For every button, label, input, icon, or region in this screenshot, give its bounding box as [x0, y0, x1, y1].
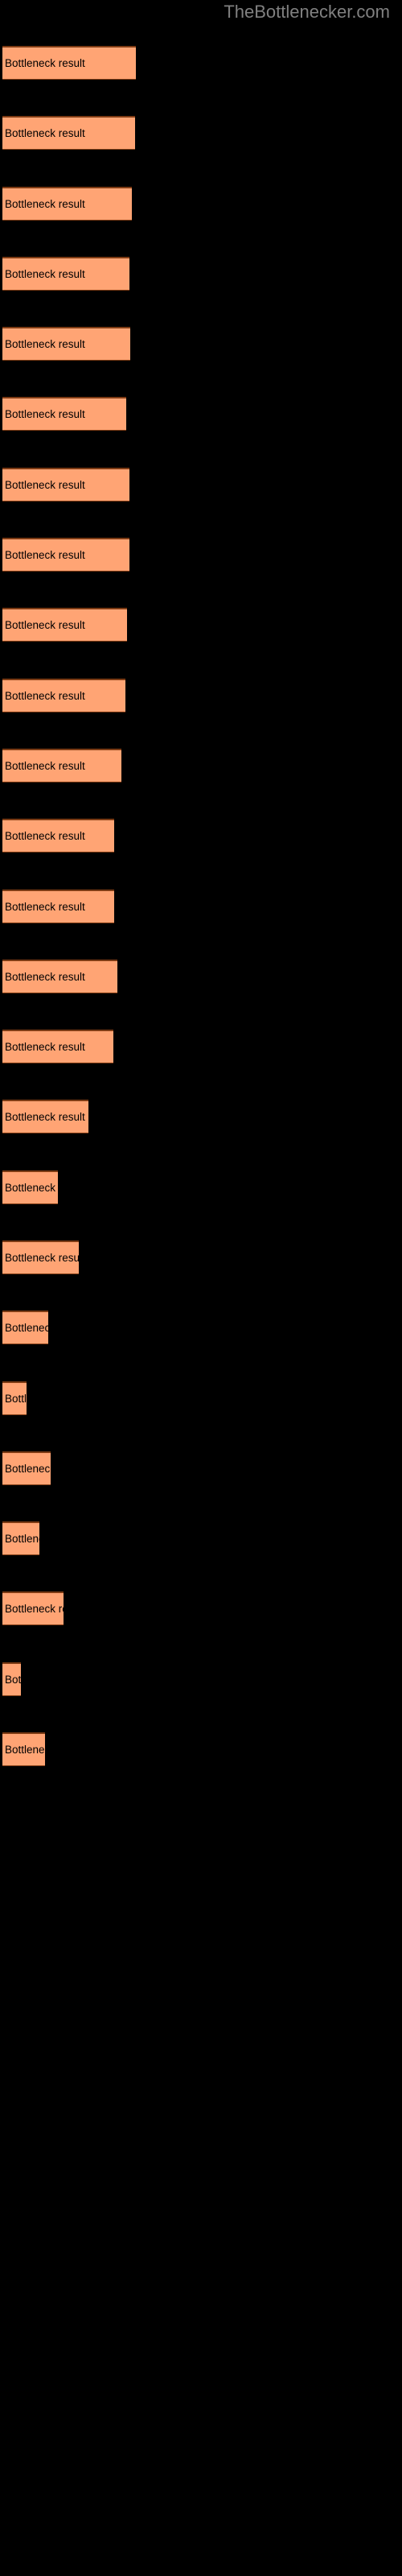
bar-label: Bottleneck result — [5, 1110, 85, 1123]
bar-row: Bottleneck result — [0, 608, 402, 642]
bar[interactable]: Bottleneck result — [2, 187, 132, 221]
bar-label: Bottleneck result — [5, 618, 85, 631]
bar-row: Bottleneck result — [0, 1241, 402, 1274]
bar[interactable]: Bottleneck result — [2, 1591, 64, 1625]
bar-label: Bottleneck result — [5, 1392, 27, 1405]
bar[interactable]: Bottleneck result — [2, 1381, 27, 1415]
page-root: TheBottlenecker.com Bottleneck result Bot… — [0, 0, 402, 2576]
bar[interactable]: Bottleneck result — [2, 890, 114, 923]
bar-row: Bottleneck result — [0, 1100, 402, 1133]
bar-label: Bottleneck result — [5, 689, 85, 702]
bar-label: Bottleneck result — [5, 1181, 58, 1194]
bar-label: Bottleneck result — [5, 478, 85, 491]
bar-row: Bottleneck result — [0, 257, 402, 291]
bar-label: Bottleneck result — [5, 1743, 45, 1756]
bar[interactable]: Bottleneck result — [2, 1241, 79, 1274]
bar-row: Bottleneck result — [0, 1662, 402, 1696]
bar-label: Bottleneck result — [5, 1462, 51, 1475]
bar[interactable]: Bottleneck result — [2, 327, 130, 361]
bar-row: Bottleneck result — [0, 1311, 402, 1344]
bar-label: Bottleneck result — [5, 829, 85, 842]
bar[interactable]: Bottleneck result — [2, 46, 136, 80]
bar[interactable]: Bottleneck result — [2, 1100, 88, 1133]
bar[interactable]: Bottleneck result — [2, 1030, 113, 1063]
bar-label: Bottleneck result — [5, 56, 85, 69]
bar-row: Bottleneck result — [0, 1451, 402, 1485]
bar-label: Bottleneck result — [5, 1602, 64, 1615]
bar[interactable]: Bottleneck result — [2, 749, 121, 782]
bar-row: Bottleneck result — [0, 819, 402, 852]
bar-row: Bottleneck result — [0, 46, 402, 80]
bar-label: Bottleneck result — [5, 548, 85, 561]
bar-row: Bottleneck result — [0, 1030, 402, 1063]
bar[interactable]: Bottleneck result — [2, 257, 129, 291]
bar-label: Bottleneck result — [5, 126, 85, 139]
bar-row: Bottleneck result — [0, 187, 402, 221]
bar-label: Bottleneck result — [5, 1040, 85, 1053]
bar-row: Bottleneck result — [0, 116, 402, 150]
bar[interactable]: Bottleneck result — [2, 1521, 39, 1555]
bar[interactable]: Bottleneck result — [2, 397, 126, 431]
bar[interactable]: Bottleneck result — [2, 538, 129, 572]
bar-row: Bottleneck result — [0, 468, 402, 502]
bar[interactable]: Bottleneck result — [2, 1662, 21, 1696]
bar-row: Bottleneck result — [0, 1591, 402, 1625]
bar-label: Bottleneck result — [5, 759, 85, 772]
bar-label: Bottleneck result — [5, 267, 85, 280]
bar-label: Bottleneck result — [5, 197, 85, 210]
bar[interactable]: Bottleneck result — [2, 1170, 58, 1204]
bar[interactable]: Bottleneck result — [2, 960, 117, 993]
bar-label: Bottleneck result — [5, 970, 85, 983]
bar-row: Bottleneck result — [0, 1170, 402, 1204]
bar-row: Bottleneck result — [0, 679, 402, 712]
bar-row: Bottleneck result — [0, 960, 402, 993]
bar[interactable]: Bottleneck result — [2, 608, 127, 642]
bar-label: Bottleneck result — [5, 1251, 79, 1264]
bar-label: Bottleneck result — [5, 337, 85, 350]
bar[interactable]: Bottleneck result — [2, 819, 114, 852]
bottleneck-bar-chart: Bottleneck result Bottleneck result Bottle… — [0, 0, 402, 2576]
bar-row: Bottleneck result — [0, 890, 402, 923]
bar-row: Bottleneck result — [0, 538, 402, 572]
bar[interactable]: Bottleneck result — [2, 1451, 51, 1485]
bar-row: Bottleneck result — [0, 327, 402, 361]
bar-label: Bottleneck result — [5, 1532, 39, 1545]
bar[interactable]: Bottleneck result — [2, 1311, 48, 1344]
bar-label: Bottleneck result — [5, 1673, 21, 1686]
bar[interactable]: Bottleneck result — [2, 468, 129, 502]
bar[interactable]: Bottleneck result — [2, 116, 135, 150]
bar-row: Bottleneck result — [0, 397, 402, 431]
bar-row: Bottleneck result — [0, 1732, 402, 1766]
bar-row: Bottleneck result — [0, 1521, 402, 1555]
bar-label: Bottleneck result — [5, 900, 85, 913]
bar-row: Bottleneck result — [0, 1381, 402, 1415]
bar-row: Bottleneck result — [0, 749, 402, 782]
bar[interactable]: Bottleneck result — [2, 1732, 45, 1766]
bar-label: Bottleneck result — [5, 1321, 48, 1334]
bar-label: Bottleneck result — [5, 407, 85, 420]
bar[interactable]: Bottleneck result — [2, 679, 125, 712]
